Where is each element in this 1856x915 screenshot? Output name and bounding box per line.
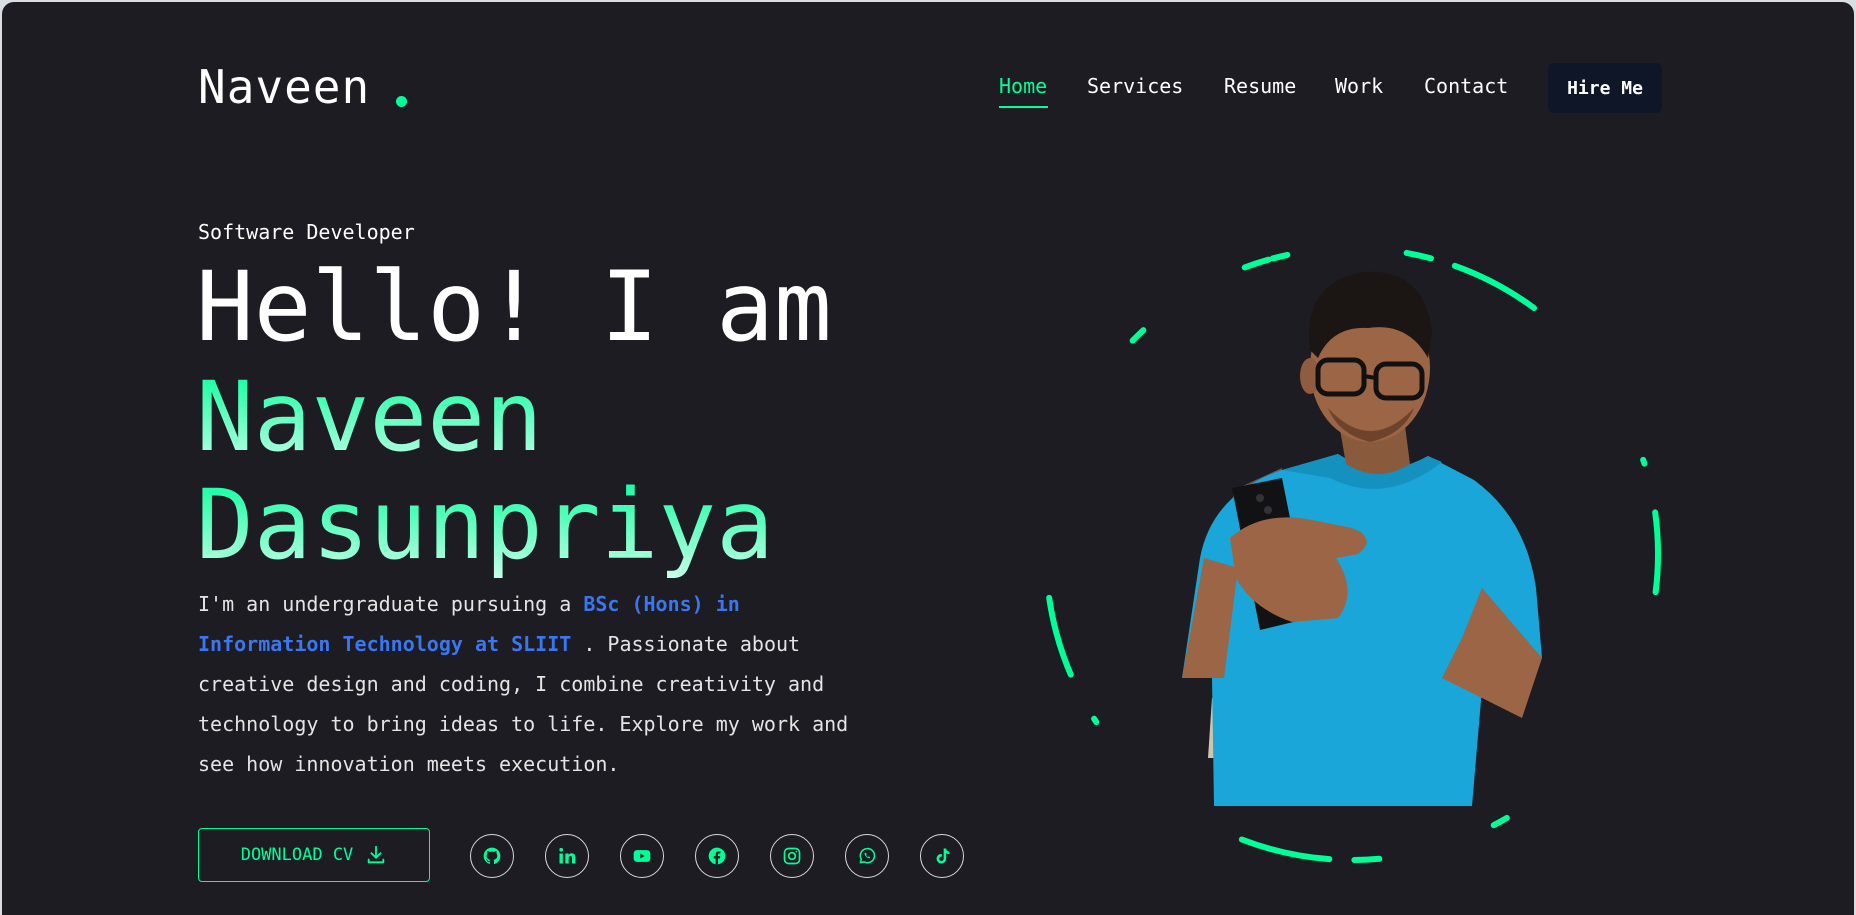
download-cv-button[interactable]: Download CV: [198, 828, 430, 882]
logo-dot: [396, 96, 407, 107]
hero-bio: I'm an undergraduate pursuing a BSc (Hon…: [198, 584, 858, 784]
youtube-icon[interactable]: [620, 834, 664, 878]
hero-role: Software Developer: [198, 220, 415, 244]
site-logo[interactable]: Naveen: [198, 60, 370, 114]
linkedin-icon[interactable]: [545, 834, 589, 878]
nav-work[interactable]: Work: [1335, 74, 1383, 98]
page-frame: Naveen Home Services Resume Work Contact…: [2, 2, 1854, 915]
github-icon[interactable]: [470, 834, 514, 878]
profile-photo: [1182, 271, 1542, 806]
download-cv-label: Download CV: [240, 845, 354, 865]
nav-home[interactable]: Home: [999, 74, 1047, 98]
nav-active-underline: [999, 106, 1048, 108]
whatsapp-icon[interactable]: [845, 834, 889, 878]
hero-last-name: Dasunpriya: [196, 469, 774, 581]
nav-services[interactable]: Services: [1087, 74, 1183, 98]
hire-me-button[interactable]: Hire Me: [1548, 63, 1662, 113]
hero-first-name: Naveen: [196, 361, 543, 473]
tiktok-icon[interactable]: [920, 834, 964, 878]
download-icon: [368, 845, 385, 864]
nav-resume[interactable]: Resume: [1224, 74, 1296, 98]
instagram-icon[interactable]: [770, 834, 814, 878]
nav-contact[interactable]: Contact: [1424, 74, 1508, 98]
hero-greeting: Hello! I am: [196, 251, 832, 363]
facebook-icon[interactable]: [695, 834, 739, 878]
bio-start: I'm an undergraduate pursuing a: [198, 592, 584, 616]
